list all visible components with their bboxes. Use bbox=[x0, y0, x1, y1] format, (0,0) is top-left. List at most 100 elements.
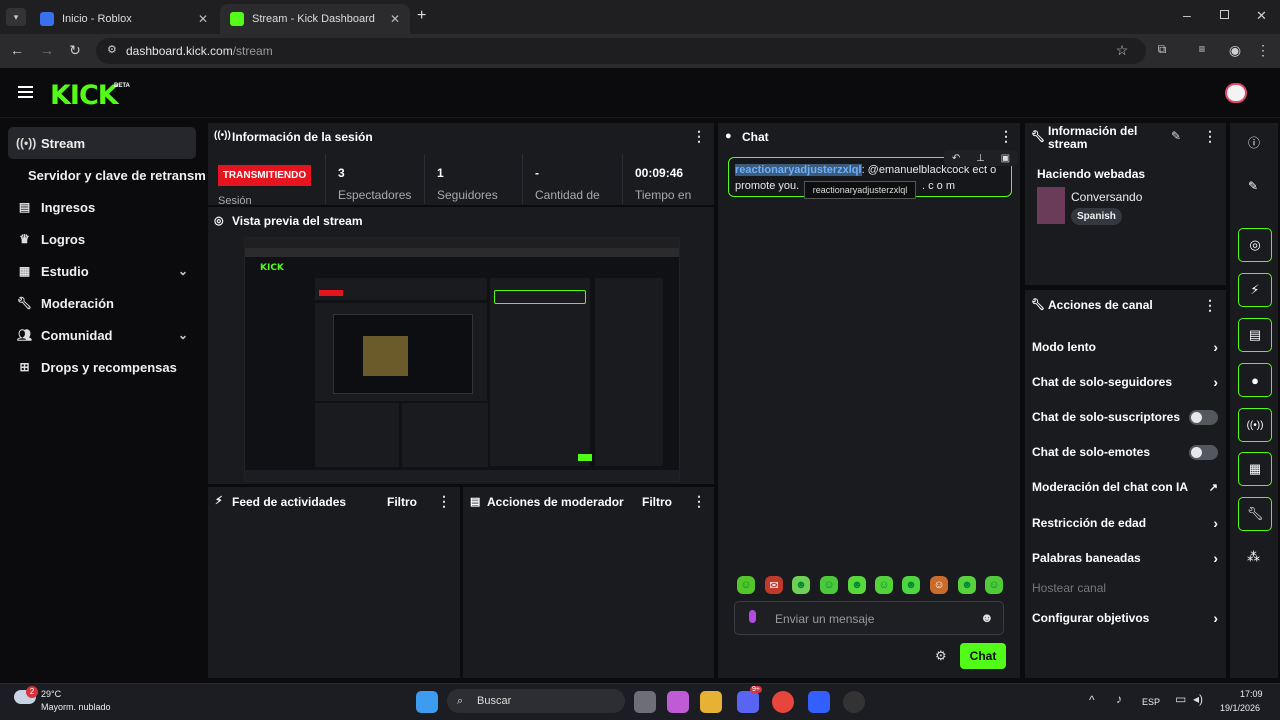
window-close-icon[interactable]: ✕ bbox=[1256, 8, 1267, 24]
session-toggle-button[interactable]: ((•)) bbox=[1238, 408, 1272, 442]
reload-icon[interactable]: ↻ bbox=[66, 42, 84, 59]
bookmark-star-icon[interactable]: ☆ bbox=[1113, 42, 1131, 59]
address-bar[interactable]: ⚙ dashboard.kick.com/stream bbox=[96, 38, 1146, 64]
action-goals[interactable]: Configurar objetivos › bbox=[1032, 607, 1218, 629]
actions-toggle-button[interactable]: 🔧︎ bbox=[1238, 497, 1272, 531]
chevron-up-icon[interactable]: ^ bbox=[1089, 693, 1095, 707]
external-link-icon[interactable]: ↗ bbox=[1209, 481, 1218, 494]
clock-time[interactable]: 17:09 bbox=[1240, 689, 1263, 699]
activity-toggle-button[interactable]: ⚡︎ bbox=[1238, 273, 1272, 307]
preview-toggle-button[interactable]: ◎ bbox=[1238, 228, 1272, 262]
session-menu-icon[interactable]: ⋮ bbox=[692, 128, 706, 145]
chat-settings-icon[interactable]: ⚙ bbox=[935, 648, 947, 664]
action-banned-words[interactable]: Palabras baneadas › bbox=[1032, 547, 1218, 569]
media-icon[interactable]: ≡ bbox=[1193, 42, 1211, 56]
pin-icon[interactable]: ⊥ bbox=[976, 153, 985, 164]
close-icon[interactable]: ✕ bbox=[390, 12, 400, 26]
windows-start-icon[interactable] bbox=[416, 691, 438, 713]
pinned-username[interactable]: reactionaryadjusterzxlql bbox=[735, 164, 862, 176]
sidebar-item-logros[interactable]: ♛ Logros bbox=[8, 223, 196, 255]
sidebar-item-moderacion[interactable]: 🔧︎ Moderación bbox=[8, 287, 196, 319]
restore-icon[interactable] bbox=[1220, 10, 1229, 19]
chevron-right-icon[interactable]: › bbox=[1213, 374, 1218, 390]
roblox-icon[interactable] bbox=[808, 691, 830, 713]
close-icon[interactable]: ✕ bbox=[198, 12, 208, 26]
obs-icon[interactable] bbox=[843, 691, 865, 713]
emote-icon[interactable]: ☺ bbox=[820, 576, 838, 594]
language-indicator[interactable]: ESP bbox=[1142, 697, 1160, 707]
emote-icon[interactable]: ☻ bbox=[958, 576, 976, 594]
menu-icon[interactable]: ⋮ bbox=[1254, 42, 1272, 59]
new-tab-button[interactable]: + bbox=[417, 7, 426, 25]
emote-icon[interactable]: ☺ bbox=[875, 576, 893, 594]
tab-roblox[interactable]: Inicio - Roblox ✕ bbox=[30, 4, 218, 34]
edit-icon[interactable]: ✎ bbox=[1248, 179, 1258, 193]
chevron-right-icon[interactable]: › bbox=[1213, 339, 1218, 355]
chat-menu-icon[interactable]: ⋮ bbox=[999, 128, 1013, 145]
discord-icon[interactable] bbox=[737, 691, 759, 713]
sidebar-item-stream[interactable]: ((•)) Stream bbox=[8, 127, 196, 159]
action-subscribers-only[interactable]: Chat de solo-suscriptores bbox=[1032, 406, 1218, 428]
tab-list-button[interactable]: ▾ bbox=[6, 8, 26, 26]
chevron-right-icon[interactable]: › bbox=[1213, 515, 1218, 531]
trash-icon[interactable]: ▣ bbox=[1001, 153, 1010, 164]
chevron-right-icon[interactable]: › bbox=[1213, 550, 1218, 566]
back-icon[interactable]: ← bbox=[8, 42, 26, 58]
emote-icon[interactable]: ☺ bbox=[930, 576, 948, 594]
user-avatar[interactable] bbox=[1225, 83, 1247, 103]
chevron-down-icon[interactable]: ⌄ bbox=[178, 264, 188, 278]
sidebar-item-drops[interactable]: ⊞ Drops y recompensas bbox=[8, 351, 196, 383]
emote-icon[interactable]: ☺ bbox=[985, 576, 1003, 594]
send-chat-button[interactable]: Chat bbox=[960, 643, 1006, 669]
emote-icon[interactable]: ✉ bbox=[765, 576, 783, 594]
task-view-icon[interactable] bbox=[634, 691, 656, 713]
chat-input[interactable]: Enviar un mensaje ☻ bbox=[734, 601, 1004, 635]
action-emotes-only[interactable]: Chat de solo-emotes bbox=[1032, 441, 1218, 463]
activity-menu-icon[interactable]: ⋮ bbox=[437, 493, 451, 510]
stream-info-menu-icon[interactable]: ⋮ bbox=[1203, 128, 1217, 145]
copilot-icon[interactable] bbox=[667, 691, 689, 713]
stream-preview-video[interactable]: KICK bbox=[244, 237, 680, 482]
sidebar-item-estudio[interactable]: ▦ Estudio ⌄ bbox=[8, 255, 196, 287]
volume-icon[interactable]: ◂) bbox=[1193, 692, 1203, 706]
network-icon[interactable]: ▭ bbox=[1175, 692, 1186, 706]
kick-logo[interactable]: KICK bbox=[50, 80, 119, 111]
more-tools-icon[interactable]: ⁂ bbox=[1247, 549, 1260, 565]
emoji-icon[interactable]: ☻ bbox=[980, 610, 994, 625]
emote-icon[interactable]: ☻ bbox=[902, 576, 920, 594]
channel-actions-menu-icon[interactable]: ⋮ bbox=[1203, 297, 1217, 314]
subscribers-only-toggle[interactable] bbox=[1189, 409, 1218, 425]
mic-tray-icon[interactable]: ♪ bbox=[1116, 692, 1122, 706]
action-ai-moderation[interactable]: Moderación del chat con IA ↗ bbox=[1032, 476, 1218, 498]
clock-date[interactable]: 19/1/2026 bbox=[1220, 703, 1260, 713]
mod-log-toggle-button[interactable]: ▤ bbox=[1238, 318, 1272, 352]
sidebar-item-comunidad[interactable]: 👥︎ Comunidad ⌄ bbox=[8, 319, 196, 351]
file-explorer-icon[interactable] bbox=[700, 691, 722, 713]
microphone-icon[interactable] bbox=[749, 610, 756, 623]
chrome-icon[interactable] bbox=[772, 691, 794, 713]
chat-toggle-button[interactable]: ● bbox=[1238, 363, 1272, 397]
action-age-restriction[interactable]: Restricción de edad › bbox=[1032, 512, 1218, 534]
forward-icon[interactable]: → bbox=[38, 42, 56, 58]
tab-kick-dashboard[interactable]: Stream - Kick Dashboard ✕ bbox=[220, 4, 410, 34]
emote-icon[interactable]: ☻ bbox=[848, 576, 866, 594]
hamburger-menu-icon[interactable] bbox=[18, 86, 33, 98]
action-slow-mode[interactable]: Modo lento › bbox=[1032, 336, 1218, 358]
site-info-icon[interactable]: ⚙ bbox=[107, 43, 117, 56]
studio-toggle-button[interactable]: ▦ bbox=[1238, 452, 1272, 486]
undo-icon[interactable]: ↶ bbox=[952, 153, 960, 164]
taskbar-search[interactable]: ⌕ Buscar bbox=[447, 689, 625, 713]
mod-filter-button[interactable]: Filtro bbox=[642, 495, 672, 509]
chevron-down-icon[interactable]: ⌄ bbox=[178, 328, 188, 342]
extensions-icon[interactable]: ⧉ bbox=[1153, 42, 1171, 57]
chevron-right-icon[interactable]: › bbox=[1213, 610, 1218, 626]
action-followers-only[interactable]: Chat de solo-seguidores › bbox=[1032, 371, 1218, 393]
activity-filter-button[interactable]: Filtro bbox=[387, 495, 417, 509]
profile-icon[interactable]: ◉ bbox=[1226, 42, 1244, 59]
info-icon[interactable]: ⓘ bbox=[1248, 134, 1260, 151]
sidebar-item-ingresos[interactable]: ▤ Ingresos bbox=[8, 191, 196, 223]
emote-icon[interactable]: ☺ bbox=[737, 576, 755, 594]
mod-menu-icon[interactable]: ⋮ bbox=[692, 493, 706, 510]
minimize-icon[interactable]: – bbox=[1183, 7, 1191, 23]
emote-icon[interactable]: ☻ bbox=[792, 576, 810, 594]
